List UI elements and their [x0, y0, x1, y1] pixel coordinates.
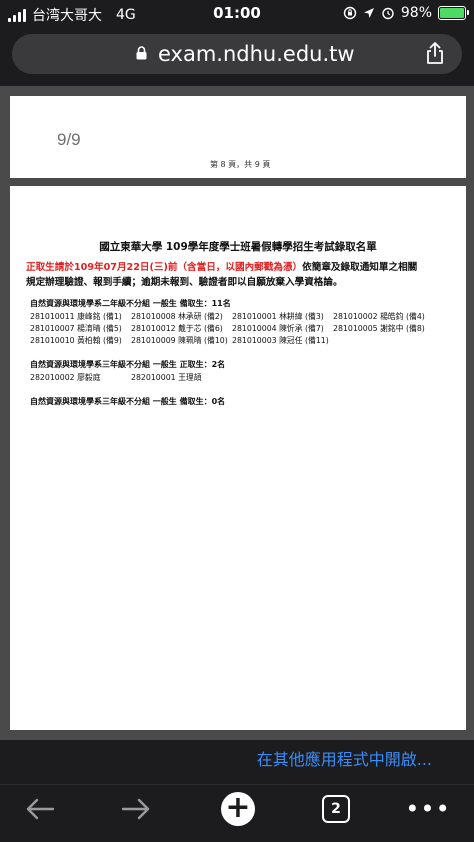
- tab-switcher-button[interactable]: 2: [320, 793, 352, 825]
- list-item: 281010001 林耕緯 (備3): [232, 312, 324, 321]
- page-footer: 第 8 頁，共 9 頁: [210, 160, 271, 169]
- notice-deadline: 正取生請於109年07月22日(三)前（含當日，以國內郵戳為憑）: [26, 262, 303, 273]
- section-heading: 自然資源與環境學系二年級不分組 一般生 備取生：11名: [30, 299, 231, 308]
- battery-icon: [438, 6, 469, 20]
- address-bar[interactable]: exam.ndhu.edu.tw: [12, 34, 462, 74]
- list-item: 281010012 戴于芯 (備6): [131, 324, 223, 333]
- tab-count: 2: [322, 795, 350, 823]
- forward-button[interactable]: [118, 793, 154, 825]
- list-item: 281010003 陳冠任 (備11): [232, 336, 329, 345]
- list-item: 282010002 廖毅庭: [30, 373, 101, 382]
- page-counter: 9/9: [57, 130, 81, 149]
- new-tab-button[interactable]: +: [220, 792, 256, 826]
- list-item: 281010005 謝銘中 (備8): [333, 324, 425, 333]
- location-icon: [363, 8, 374, 18]
- list-item: 281010011 康峰銘 (備1): [30, 312, 122, 321]
- url-text[interactable]: exam.ndhu.edu.tw: [158, 42, 355, 66]
- back-arrow-icon: [26, 798, 55, 820]
- alarm-icon: [382, 7, 394, 20]
- notice-text: 正取生請於109年07月22日(三)前（含當日，以國內郵戳為憑）依簡章及錄取通知…: [26, 260, 446, 290]
- list-item: 281010008 林承研 (備2): [131, 312, 223, 321]
- share-icon[interactable]: [426, 42, 444, 64]
- list-item: 281010002 楊皓鈞 (備4): [333, 312, 425, 321]
- pdf-page-9: 國立東華大學 109學年度學士班暑假轉學招生考試錄取名單 正取生請於109年07…: [10, 186, 466, 730]
- pdf-viewer[interactable]: 9/9 第 8 頁，共 9 頁 國立東華大學 109學年度學士班暑假轉學招生考試…: [0, 86, 474, 740]
- lock-icon: [136, 46, 147, 64]
- more-dots-icon: •••: [405, 795, 451, 823]
- list-item: 281010009 陳珮晴 (備10): [131, 336, 228, 345]
- section-heading: 自然資源與環境學系三年級不分組 一般生 正取生：2名: [30, 360, 226, 369]
- notice-text-2: 規定辦理驗證、報到手續；逾期未報到、驗證者即以自願放棄入學資格論。: [26, 277, 343, 288]
- rotation-lock-icon: [343, 6, 357, 20]
- section-heading: 自然資源與環境學系三年級不分組 一般生 備取生：0名: [30, 397, 226, 406]
- plus-icon: +: [221, 792, 255, 826]
- list-item: 281010004 陳忻承 (備7): [232, 324, 324, 333]
- list-item: 281010007 楊淯晴 (備5): [30, 324, 122, 333]
- notice-text-1: 依簡章及錄取通知單之相關: [302, 262, 418, 273]
- battery-percent: 98%: [400, 5, 432, 21]
- list-item: 281010010 黃柏翰 (備9): [30, 336, 122, 345]
- status-right: 98%: [343, 5, 469, 21]
- open-in-other-app-link[interactable]: 在其他應用程式中開啟...: [257, 746, 432, 770]
- status-bar: 台湾大哥大 4G 01:00 98%: [0, 0, 474, 28]
- bottom-toolbar: + 2 •••: [0, 784, 474, 842]
- open-in-bar: 在其他應用程式中開啟...: [0, 740, 474, 776]
- pdf-page-8: 9/9 第 8 頁，共 9 頁: [10, 96, 466, 178]
- more-button[interactable]: •••: [405, 793, 451, 825]
- list-item: 282010001 王理頡: [131, 373, 202, 382]
- document-title: 國立東華大學 109學年度學士班暑假轉學招生考試錄取名單: [99, 241, 377, 253]
- forward-arrow-icon: [121, 798, 150, 820]
- back-button[interactable]: [22, 793, 58, 825]
